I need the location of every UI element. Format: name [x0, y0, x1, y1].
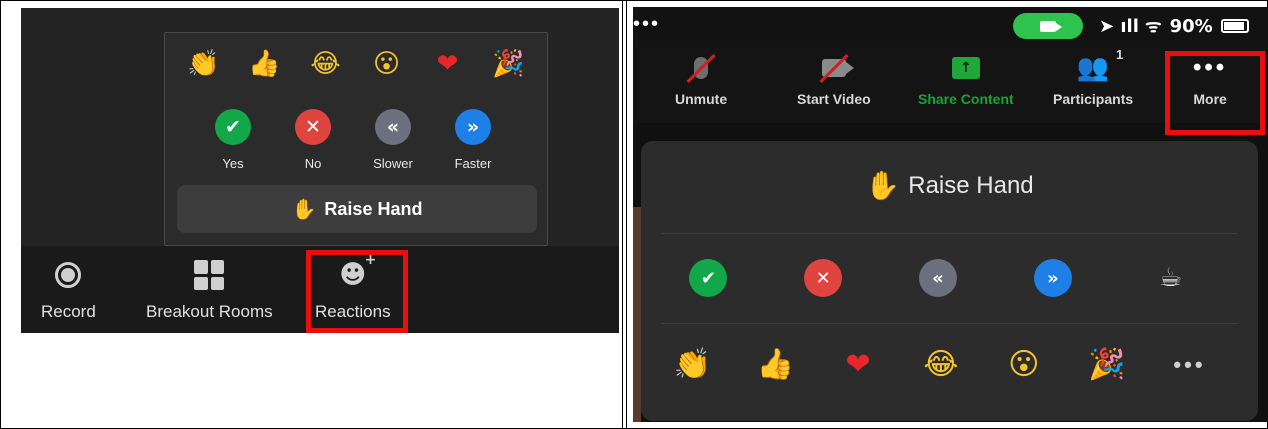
feedback-label: Slower — [373, 156, 413, 171]
raised-hand-icon: ✋ — [865, 169, 901, 202]
unmute-button[interactable]: Unmute — [675, 51, 727, 107]
status-bar: ••• ➤ ıll ᯤ 90% — [633, 7, 1268, 41]
camera-icon — [1040, 20, 1062, 32]
cross-icon: ✕ — [295, 109, 331, 145]
thumbs-up-icon[interactable]: 👍 — [245, 47, 285, 81]
yes-icon[interactable]: ✔ — [689, 259, 728, 297]
party-popper-icon[interactable]: 🎉 — [1085, 347, 1129, 382]
feedback-label: Faster — [454, 156, 492, 171]
start-video-button[interactable]: Start Video — [797, 51, 871, 107]
participants-label: Participants — [1053, 91, 1134, 107]
heart-icon[interactable]: ❤ — [836, 347, 880, 382]
feedback-label: No — [304, 156, 322, 171]
grid-icon — [194, 260, 225, 290]
sheet-feedback-row: ✔ ✕ « » ☕ — [651, 259, 1231, 297]
panel-divider — [622, 0, 623, 429]
thumbs-up-icon[interactable]: 👍 — [753, 347, 797, 382]
no-icon[interactable]: ✕ — [804, 259, 843, 297]
slower-icon[interactable]: « — [918, 259, 957, 297]
sheet-divider — [661, 323, 1238, 324]
reactions-sheet: ✋ Raise Hand ✔ ✕ « » ☕ 👏 👍 ❤ 😂 😮 🎉 ••• — [641, 141, 1258, 421]
reactions-popup: 👏 👍 😂 😮 ❤ 🎉 ✔ Yes ✕ No « Slower » Faster — [164, 32, 548, 246]
breakout-rooms-label: Breakout Rooms — [146, 302, 273, 321]
raise-hand-label: Raise Hand — [324, 198, 423, 219]
breakout-rooms-button[interactable]: Breakout Rooms — [146, 258, 273, 322]
tears-of-joy-icon[interactable]: 😂 — [919, 347, 963, 382]
participants-count: 1 — [1116, 47, 1124, 62]
checkmark-icon: ✔ — [215, 109, 251, 145]
faster-icon[interactable]: » — [1033, 259, 1072, 297]
feedback-yes-button[interactable]: ✔ Yes — [193, 109, 273, 171]
feedback-faster-button[interactable]: » Faster — [433, 109, 513, 171]
camera-indicator — [1013, 13, 1083, 39]
signal-icons: ➤ ıll ᯤ — [1099, 16, 1162, 37]
battery-icon — [1220, 19, 1249, 33]
more-emoji-icon[interactable]: ••• — [1167, 352, 1211, 378]
feedback-slower-button[interactable]: « Slower — [353, 109, 433, 171]
feedback-label: Yes — [222, 156, 244, 171]
raise-hand-button[interactable]: ✋ Raise Hand — [177, 185, 537, 233]
feedback-no-button[interactable]: ✕ No — [273, 109, 353, 171]
heart-icon[interactable]: ❤ — [428, 47, 468, 81]
raise-hand-option[interactable]: ✋ Raise Hand — [641, 169, 1258, 202]
battery-percent: 90% — [1169, 15, 1213, 37]
desktop-zoom-panel: 👏 👍 😂 😮 ❤ 🎉 ✔ Yes ✕ No « Slower » Faster — [21, 8, 619, 333]
rewind-icon: « — [375, 109, 411, 145]
fast-forward-icon: » — [455, 109, 491, 145]
participants-icon: 👥 — [1076, 53, 1110, 83]
record-label: Record — [41, 302, 96, 321]
share-up-arrow-icon: ↑ — [951, 57, 980, 79]
highlight-box-more — [1165, 51, 1265, 135]
raised-hand-icon: ✋ — [291, 197, 317, 221]
video-background-edge — [633, 207, 641, 422]
clapping-hands-icon[interactable]: 👏 — [184, 47, 224, 81]
mobile-zoom-panel: ••• ➤ ıll ᯤ 90% Unmute Start Video ↑ Sha… — [633, 7, 1268, 422]
status-icons: ➤ ıll ᯤ 90% — [1099, 14, 1249, 38]
start-video-label: Start Video — [797, 91, 871, 107]
raise-hand-label: Raise Hand — [908, 171, 1034, 199]
record-icon — [55, 262, 82, 288]
status-dots: ••• — [633, 13, 661, 35]
party-popper-icon[interactable]: 🎉 — [489, 47, 529, 81]
surprised-face-icon[interactable]: 😮 — [367, 47, 407, 81]
sheet-emoji-row: 👏 👍 ❤ 😂 😮 🎉 ••• — [651, 347, 1231, 382]
record-button[interactable]: Record — [41, 258, 96, 322]
surprised-face-icon[interactable]: 😮 — [1002, 347, 1046, 382]
unmute-label: Unmute — [675, 91, 728, 107]
share-content-label: Share Content — [918, 91, 1014, 107]
participants-button[interactable]: 👥 1 Participants — [1053, 47, 1134, 107]
sheet-divider — [661, 233, 1238, 234]
tears-of-joy-icon[interactable]: 😂 — [306, 47, 346, 81]
feedback-row: ✔ Yes ✕ No « Slower » Faster — [193, 109, 513, 171]
share-content-button[interactable]: ↑ Share Content — [918, 51, 1014, 107]
highlight-box-reactions — [306, 250, 408, 333]
clapping-hands-icon[interactable]: 👏 — [670, 347, 714, 382]
coffee-icon[interactable]: ☕ — [1149, 263, 1193, 293]
panel-divider-2 — [626, 0, 627, 429]
emoji-reaction-row: 👏 👍 😂 😮 ❤ 🎉 — [165, 47, 547, 81]
